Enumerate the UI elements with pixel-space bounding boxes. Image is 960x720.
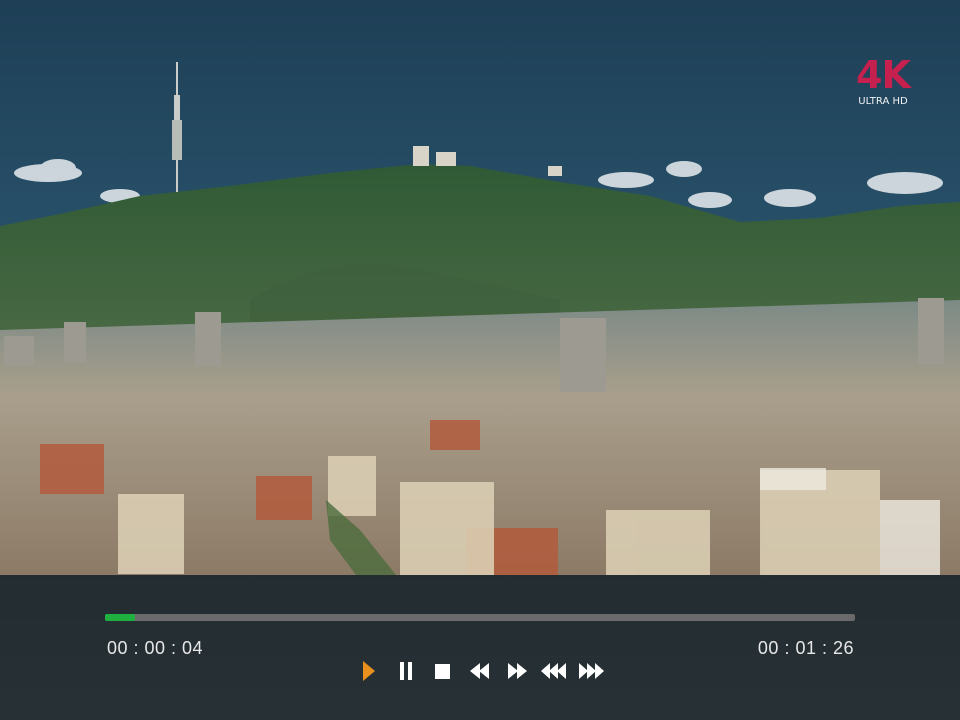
total-time: 00 : 01 : 26 [757, 638, 854, 658]
progress-fill [105, 614, 135, 621]
progress-track[interactable] [105, 614, 855, 621]
pause-button[interactable] [387, 660, 424, 682]
fast-rewind-icon [540, 663, 566, 679]
forward-icon [507, 663, 527, 679]
fast-forward-button[interactable] [572, 660, 609, 682]
fast-forward-icon [578, 663, 604, 679]
transport-controls [350, 660, 609, 682]
fast-rewind-button[interactable] [535, 660, 572, 682]
control-bar: 00 : 00 : 04 00 : 01 : 26 [0, 575, 960, 720]
ultra-hd-label: ULTRA HD [858, 96, 908, 107]
next-button[interactable] [498, 660, 535, 682]
ultra-hd-badge: 4K ULTRA HD [854, 56, 912, 108]
stop-icon [435, 663, 450, 679]
pause-icon [399, 662, 412, 680]
current-time: 00 : 00 : 04 [107, 638, 204, 658]
play-icon [362, 661, 375, 681]
previous-button[interactable] [461, 660, 498, 682]
4k-label: 4K [856, 53, 911, 97]
play-button[interactable] [350, 660, 387, 682]
rewind-icon [469, 663, 489, 679]
stop-button[interactable] [424, 660, 461, 682]
video-player: 4K ULTRA HD 00 : 00 : 04 00 : 01 : 26 [0, 0, 960, 720]
